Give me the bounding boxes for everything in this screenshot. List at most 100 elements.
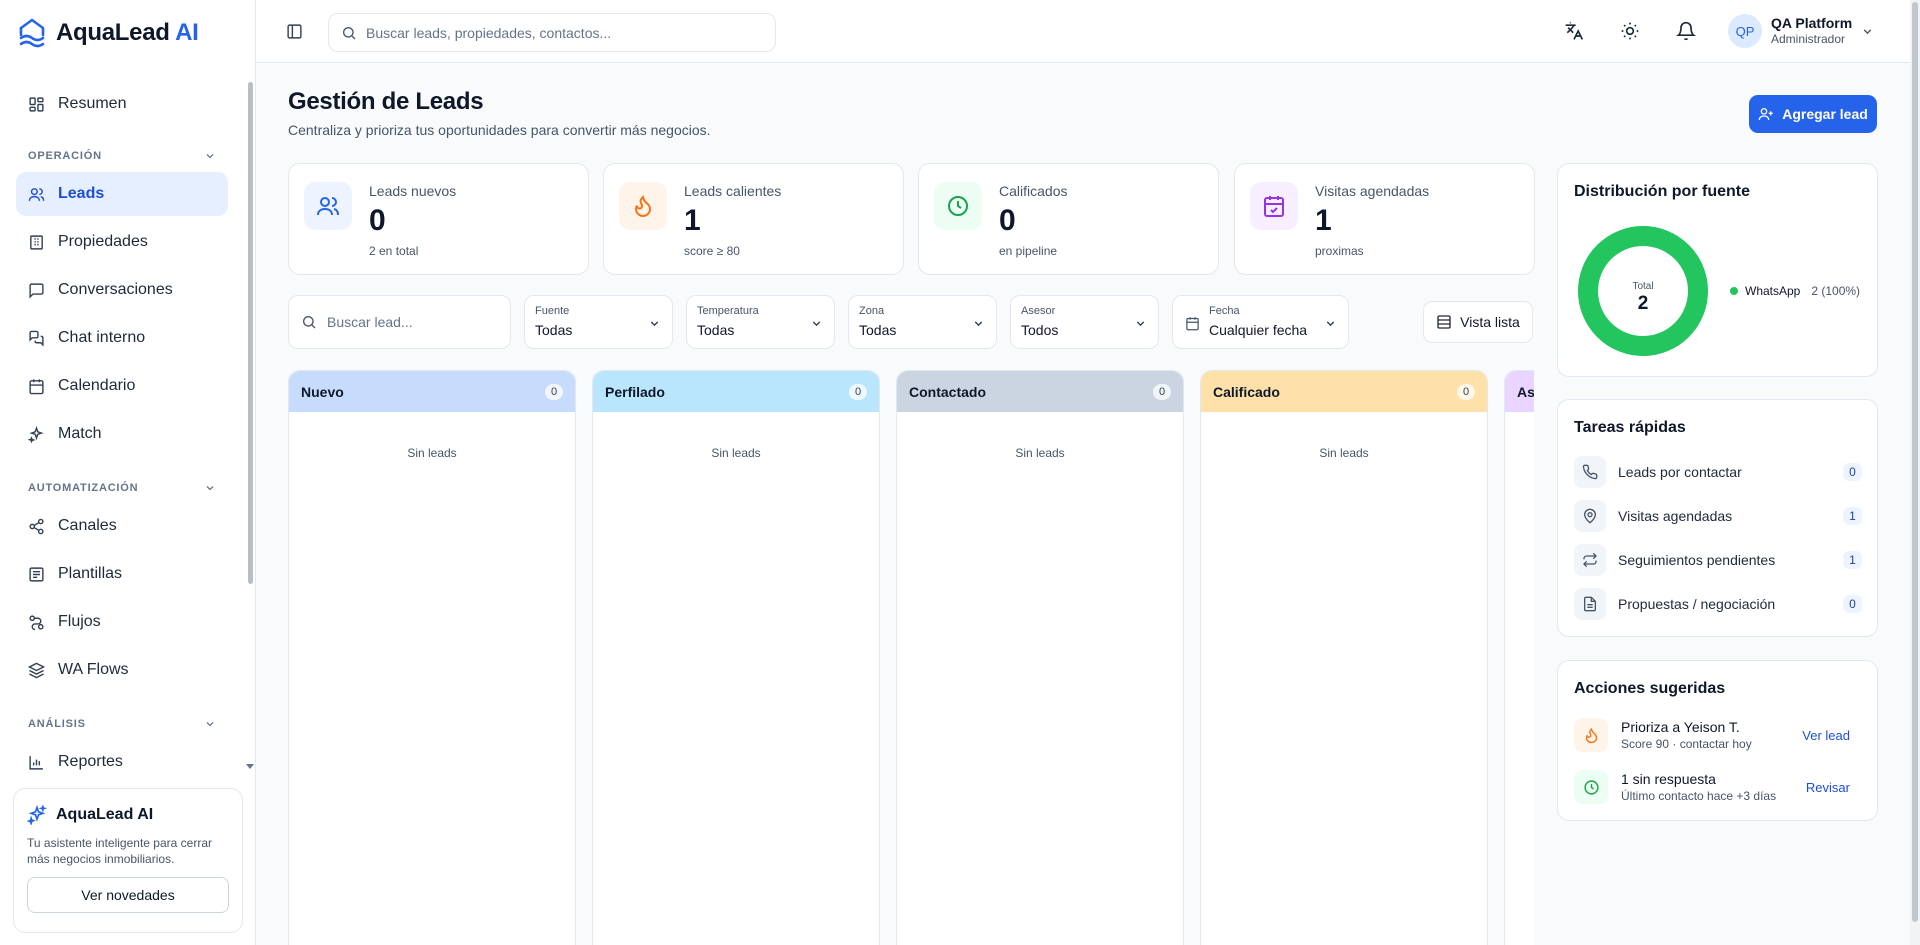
phone-icon [1574,456,1606,488]
search-icon [303,316,316,329]
water-logo-icon [18,17,46,49]
sidebar-item-canales[interactable]: Canales [16,504,228,548]
brand-logo[interactable]: AquaLead AI [18,17,199,49]
stat-value: 0 [999,204,1016,237]
filter-temperatura[interactable]: Temperatura Todas [686,295,835,349]
kanban-board: Nuevo 0 Sin leads Perfilado 0 Sin leads … [288,370,1534,945]
ver-novedades-button[interactable]: Ver novedades [27,877,229,913]
task-count-badge: 1 [1843,507,1862,525]
donut-total-label: Total [1632,281,1653,292]
suggestion-prioriza: Prioriza a Yeison T. Score 90 · contacta… [1574,713,1862,757]
filter-zona[interactable]: Zona Todas [848,295,997,349]
topbar: QP QA Platform Administrador [256,0,1910,63]
suggested-actions-panel: Acciones sugeridas Prioriza a Yeison T. … [1557,660,1878,821]
section-analisis[interactable]: ANÁLISIS [28,718,216,730]
sidebar-scrollbar[interactable] [248,82,253,584]
theme-sun-icon[interactable] [1620,21,1640,41]
chevron-down-icon [1326,321,1335,327]
page-scrollbar-thumb[interactable] [1912,2,1918,922]
task-leads-por-contactar[interactable]: Leads por contactar 0 [1574,455,1862,489]
sidebar-toggle-icon[interactable] [286,23,303,40]
sidebar-item-propiedades[interactable]: Propiedades [16,220,228,264]
column-header[interactable]: Contactado 0 [897,371,1183,412]
layers-icon [28,662,45,678]
sidebar-item-reportes[interactable]: Reportes [16,740,228,784]
task-count-badge: 0 [1843,463,1862,481]
filter-asesor[interactable]: Asesor Todos [1010,295,1159,349]
distribution-panel: Distribución por fuente Total 2 WhatsApp… [1557,163,1878,377]
sidebar-item-label: Resumen [58,95,127,112]
empty-state: Sin leads [407,446,457,460]
user-plus-icon [1758,108,1773,121]
column-header[interactable]: Perfilado 0 [593,371,879,412]
vista-lista-button[interactable]: Vista lista [1423,301,1533,343]
bar-chart-icon [29,755,43,770]
column-count-badge: 0 [1153,383,1171,400]
section-automatizacion[interactable]: AUTOMATIZACIÓN [28,482,216,494]
column-header[interactable]: Calificado 0 [1201,371,1487,412]
quick-tasks-panel: Tareas rápidas Leads por contactar 0 Vis… [1557,399,1878,637]
user-menu[interactable]: QP QA Platform Administrador [1728,14,1874,48]
sidebar-item-leads[interactable]: Leads [16,172,228,216]
stat-value: 1 [1315,204,1332,237]
scroll-down-arrow-icon[interactable] [246,764,254,769]
calendar-check-icon [1250,182,1298,230]
ai-card-text: Tu asistente inteligente para cerrar más… [27,836,212,866]
sidebar-item-label: WA Flows [58,661,129,678]
kanban-column-calificado: Calificado 0 Sin leads [1200,370,1488,945]
suggestion-sin-respuesta: 1 sin respuesta Último contacto hace +3 … [1574,765,1862,809]
kanban-column-nuevo: Nuevo 0 Sin leads [288,370,576,945]
chevron-down-icon [1136,321,1145,327]
page-scrollbar[interactable] [1910,0,1920,945]
bell-icon[interactable] [1676,21,1696,41]
sidebar-item-conversaciones[interactable]: Conversaciones [16,268,228,312]
global-search-input[interactable] [366,24,746,41]
sidebar-item-chat-interno[interactable]: Chat interno [16,316,228,360]
global-search[interactable] [328,13,776,52]
sparkles-icon [28,425,44,443]
sidebar-item-label: Canales [58,517,117,534]
stat-sub: score ≥ 80 [684,244,740,258]
add-lead-button[interactable]: Agregar lead [1749,95,1877,133]
stat-card-visitas-agendadas: Visitas agendadas 1 proximas [1234,163,1535,275]
filter-fuente[interactable]: Fuente Todas [524,295,673,349]
avatar: QP [1728,14,1762,48]
column-header[interactable]: As [1505,371,1534,412]
sidebar: AquaLead AI Resumen OPERACIÓN Leads Prop… [0,0,256,945]
lead-search[interactable] [288,295,511,349]
sidebar-item-label: Propiedades [58,233,148,250]
revisar-link[interactable]: Revisar [1806,780,1850,795]
stat-card-leads-nuevos: Leads nuevos 0 2 en total [288,163,589,275]
task-propuestas-negociacion[interactable]: Propuestas / negociación 0 [1574,587,1862,621]
flame-icon [619,182,667,230]
ai-assistant-card: AquaLead AI Tu asistente inteligente par… [13,788,243,933]
sidebar-item-flujos[interactable]: Flujos [16,600,228,644]
stat-label: Leads nuevos [369,183,457,199]
sidebar-item-label: Reportes [58,753,123,770]
task-visitas-agendadas[interactable]: Visitas agendadas 1 [1574,499,1862,533]
sidebar-item-plantillas[interactable]: Plantillas [16,552,228,596]
filter-fecha[interactable]: Fecha Cualquier fecha [1172,295,1349,349]
sidebar-item-resumen[interactable]: Resumen [16,82,228,126]
stat-value: 0 [369,204,386,237]
ver-lead-link[interactable]: Ver lead [1802,728,1850,743]
column-header[interactable]: Nuevo 0 [289,371,575,412]
stat-label: Calificados [999,183,1068,199]
task-seguimientos-pendientes[interactable]: Seguimientos pendientes 1 [1574,543,1862,577]
sidebar-item-calendario[interactable]: Calendario [16,364,228,408]
sidebar-item-match[interactable]: Match [16,412,228,456]
translate-icon[interactable] [1564,21,1584,41]
user-role: Administrador [1771,32,1846,46]
kanban-column-contactado: Contactado 0 Sin leads [896,370,1184,945]
legend-item-whatsapp: WhatsApp 2 (100%) [1730,284,1860,298]
sidebar-item-label: Chat interno [58,329,146,346]
section-operacion[interactable]: OPERACIÓN [28,150,216,162]
stat-sub: 2 en total [369,244,419,258]
task-count-badge: 0 [1843,595,1862,613]
sparkles-icon [27,805,47,825]
lead-search-input[interactable] [327,314,497,330]
donut-total-value: 2 [1638,293,1649,314]
sidebar-item-wa-flows[interactable]: WA Flows [16,648,228,692]
page-subtitle: Centraliza y prioriza tus oportunidades … [288,122,711,138]
share-icon [29,518,44,534]
